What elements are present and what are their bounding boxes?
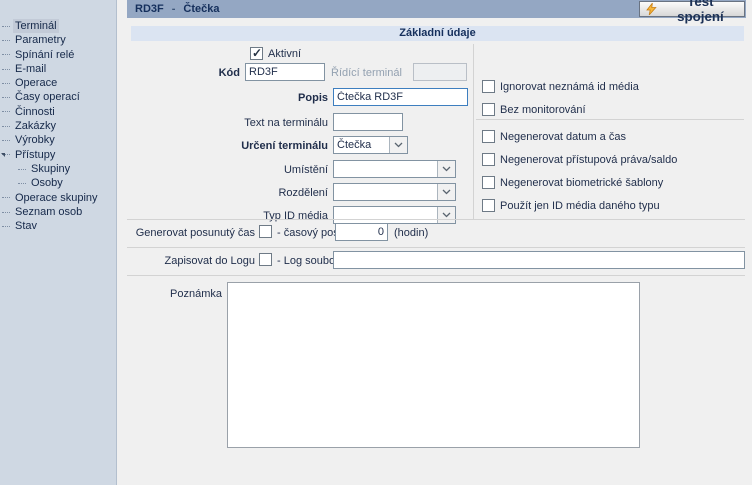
location-label: Umístění bbox=[228, 164, 328, 176]
chevron-down-icon[interactable] bbox=[437, 207, 455, 223]
expand-arrow-icon[interactable] bbox=[1, 153, 5, 157]
sidebar-item-osoby[interactable]: Osoby bbox=[0, 176, 116, 190]
description-label: Popis bbox=[258, 92, 328, 104]
time-shift-field[interactable] bbox=[335, 223, 388, 241]
note-textarea[interactable] bbox=[227, 282, 640, 448]
no-monitoring-label: Bez monitorování bbox=[500, 104, 586, 116]
media-type-label: Typ ID média bbox=[228, 210, 328, 222]
chevron-down-icon[interactable] bbox=[437, 184, 455, 200]
location-select[interactable] bbox=[333, 160, 456, 178]
tree-connector bbox=[18, 183, 26, 184]
chevron-down-icon[interactable] bbox=[437, 161, 455, 177]
no-biometric-label: Negenerovat biometrické šablony bbox=[500, 177, 663, 189]
media-type-select[interactable] bbox=[333, 206, 456, 224]
division-label: Rozdělení bbox=[228, 187, 328, 199]
header-code: RD3F bbox=[135, 3, 164, 15]
sidebar-item-stav[interactable]: Stav bbox=[0, 219, 116, 233]
tree-connector bbox=[2, 83, 10, 84]
tree-connector bbox=[2, 197, 10, 198]
section-divider bbox=[127, 219, 745, 220]
master-terminal-label: Řídící terminál bbox=[331, 67, 402, 79]
sidebar-item-terminal[interactable]: Terminál bbox=[0, 19, 116, 33]
tree-connector bbox=[2, 226, 10, 227]
sidebar-item-parametry[interactable]: Parametry bbox=[0, 33, 116, 47]
test-connection-button[interactable]: Test spojení bbox=[639, 1, 745, 17]
log-file-field[interactable] bbox=[333, 251, 745, 269]
sidebar-item-pristupy[interactable]: Přístupy bbox=[0, 148, 116, 162]
log-file-label: - Log soubor bbox=[277, 255, 339, 267]
sidebar-item-e-mail[interactable]: E-mail bbox=[0, 62, 116, 76]
media-type-only-checkbox[interactable] bbox=[482, 199, 495, 212]
sidebar-item-operace[interactable]: Operace bbox=[0, 76, 116, 90]
active-checkbox[interactable] bbox=[250, 47, 263, 60]
sidebar-item-casy-operaci[interactable]: Časy operací bbox=[0, 90, 116, 104]
sidebar-item-operace-skupiny[interactable]: Operace skupiny bbox=[0, 191, 116, 205]
section-divider bbox=[127, 247, 745, 248]
tree-connector bbox=[2, 26, 10, 27]
code-label: Kód bbox=[170, 67, 240, 79]
sidebar-item-zakazky[interactable]: Zakázky bbox=[0, 119, 116, 133]
no-access-rights-label: Negenerovat přístupová práva/saldo bbox=[500, 154, 677, 166]
no-biometric-checkbox[interactable] bbox=[482, 176, 495, 189]
sidebar-item-skupiny[interactable]: Skupiny bbox=[0, 162, 116, 176]
header-separator: - bbox=[172, 3, 176, 15]
description-field[interactable] bbox=[333, 88, 468, 106]
code-field[interactable] bbox=[245, 63, 325, 81]
page-title: Čtečka bbox=[183, 3, 219, 15]
terminal-purpose-label: Určení terminálu bbox=[228, 140, 328, 152]
shifted-time-label: Generovat posunutý čas bbox=[127, 227, 255, 239]
hours-label: (hodin) bbox=[394, 227, 428, 239]
terminal-text-label: Text na terminálu bbox=[228, 117, 328, 129]
shifted-time-checkbox[interactable] bbox=[259, 225, 272, 238]
tree-connector bbox=[2, 111, 10, 112]
header-bar: RD3F - Čtečka Test spojení bbox=[127, 0, 746, 18]
tree-connector bbox=[2, 40, 10, 41]
terminal-text-field[interactable] bbox=[333, 113, 403, 131]
sidebar-item-spinani-rele[interactable]: Spínání relé bbox=[0, 48, 116, 62]
tree-connector bbox=[2, 97, 10, 98]
log-write-label: Zapisovat do Logu bbox=[127, 255, 255, 267]
tree-connector bbox=[2, 126, 10, 127]
lightning-icon bbox=[646, 3, 657, 15]
chevron-down-icon[interactable] bbox=[389, 137, 407, 153]
no-monitoring-checkbox[interactable] bbox=[482, 103, 495, 116]
tree-connector bbox=[2, 140, 10, 141]
tree-connector bbox=[2, 212, 10, 213]
no-datetime-label: Negenerovat datum a čas bbox=[500, 131, 626, 143]
sidebar-item-vyrobky[interactable]: Výrobky bbox=[0, 133, 116, 147]
checkbox-group-divider bbox=[476, 119, 744, 120]
tree-connector bbox=[2, 54, 10, 55]
division-select[interactable] bbox=[333, 183, 456, 201]
ignore-unknown-media-label: Ignorovat neznámá id média bbox=[500, 81, 639, 93]
terminal-purpose-select[interactable]: Čtečka bbox=[333, 136, 408, 154]
column-divider bbox=[473, 44, 474, 219]
tree-connector bbox=[18, 169, 26, 170]
tree-connector bbox=[2, 69, 10, 70]
log-write-checkbox[interactable] bbox=[259, 253, 272, 266]
ignore-unknown-media-checkbox[interactable] bbox=[482, 80, 495, 93]
sidebar-item-seznam-osob[interactable]: Seznam osob bbox=[0, 205, 116, 219]
no-access-rights-checkbox[interactable] bbox=[482, 153, 495, 166]
note-label: Poznámka bbox=[152, 288, 222, 300]
master-terminal-field bbox=[413, 63, 467, 81]
sidebar-tree: Terminál Parametry Spínání relé E-mail O… bbox=[0, 0, 117, 485]
section-title: Základní údaje bbox=[131, 26, 744, 41]
app-window: Terminál Parametry Spínání relé E-mail O… bbox=[0, 0, 752, 485]
active-label: Aktivní bbox=[268, 48, 301, 60]
sidebar-item-cinnosti[interactable]: Činnosti bbox=[0, 105, 116, 119]
no-datetime-checkbox[interactable] bbox=[482, 130, 495, 143]
media-type-only-label: Použít jen ID média daného typu bbox=[500, 200, 660, 212]
section-divider bbox=[127, 275, 745, 276]
